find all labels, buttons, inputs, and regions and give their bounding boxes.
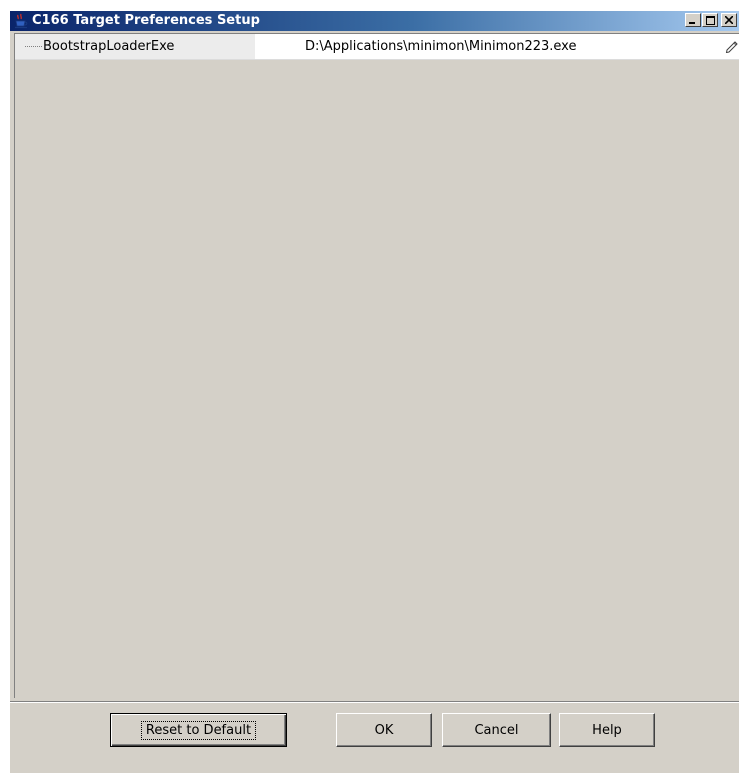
help-button[interactable]: Help [559,713,655,747]
help-button-label: Help [592,722,622,738]
preferences-window: C166 Target Preferences Setup BootstrapL… [8,10,739,773]
title-bar[interactable]: C166 Target Preferences Setup [10,11,739,31]
java-coffee-cup-icon [15,13,28,29]
minimize-button[interactable] [685,13,701,27]
property-sheet: BootstrapLoaderExe D:\Applications\minim… [14,33,739,698]
property-name: BootstrapLoaderExe [43,39,175,54]
minimize-icon [689,22,695,24]
property-name-cell: BootstrapLoaderExe [15,34,255,59]
maximize-button[interactable] [702,13,718,27]
cancel-button[interactable]: Cancel [442,713,551,747]
close-button[interactable] [721,13,737,27]
ok-button-label: OK [374,722,394,738]
cancel-button-label: Cancel [474,722,519,738]
close-icon [725,16,733,24]
pencil-icon[interactable] [724,39,738,53]
ok-button[interactable]: OK [336,713,432,747]
separator [10,701,739,703]
reset-to-default-button[interactable]: Reset to Default [110,713,287,747]
property-value[interactable]: D:\Applications\minimon\Minimon223.exe [305,34,576,59]
window-title: C166 Target Preferences Setup [32,13,260,28]
property-row[interactable]: BootstrapLoaderExe D:\Applications\minim… [15,34,739,60]
maximize-icon [705,15,715,25]
reset-button-label: Reset to Default [140,720,257,740]
tree-connector [25,46,42,47]
